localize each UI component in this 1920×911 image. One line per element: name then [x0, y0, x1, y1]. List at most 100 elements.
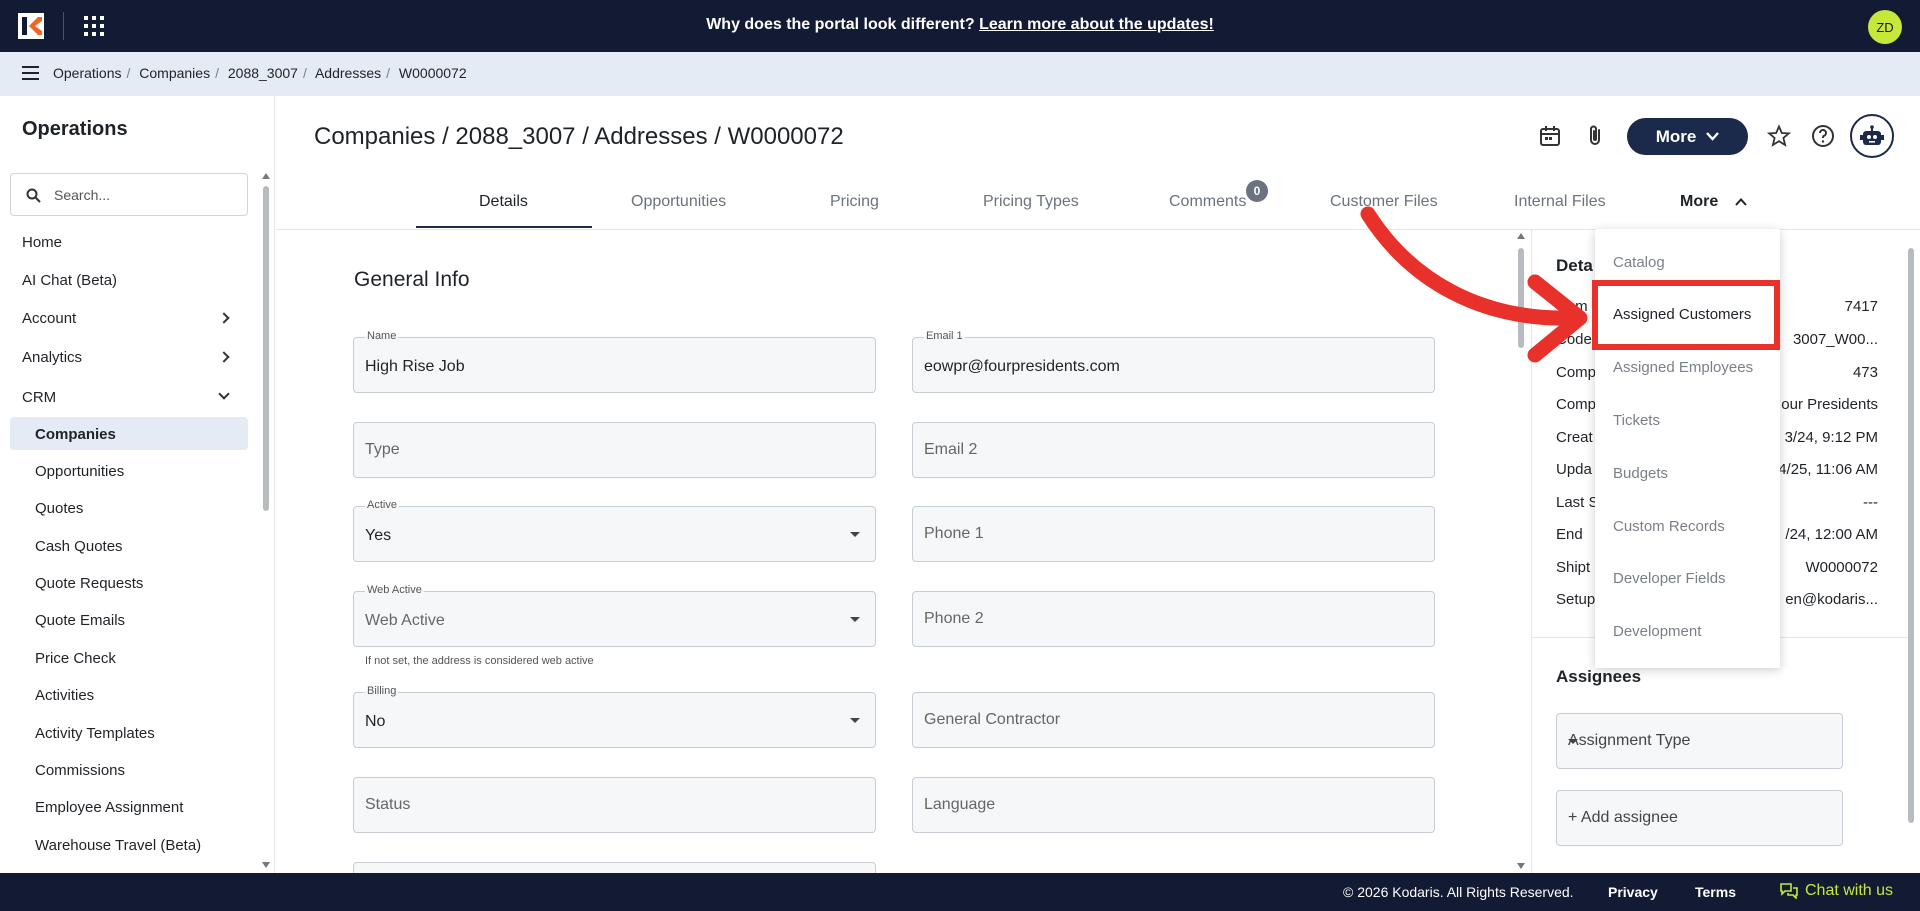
sidebar-item-warehouse-travel[interactable]: Warehouse Travel (Beta) [35, 837, 201, 854]
announcement-text: Why does the portal look different? [706, 16, 975, 33]
type-field[interactable]: Type [353, 422, 876, 478]
tab-comments[interactable]: Comments [1169, 193, 1246, 211]
billing-select-label: Billing [365, 685, 399, 697]
sidebar-item-analytics[interactable]: Analytics [22, 349, 82, 366]
sidebar-title: Operations [22, 118, 128, 140]
assignees-title: Assignees [1556, 667, 1642, 686]
tab-pricing[interactable]: Pricing [830, 193, 879, 211]
star-icon[interactable] [1767, 124, 1791, 148]
email1-field-label: Email 1 [924, 330, 965, 342]
web-active-select[interactable]: Web Active Web Active [353, 584, 876, 647]
scroll-up-arrow-icon[interactable] [261, 172, 271, 180]
calendar-icon[interactable] [1538, 124, 1562, 148]
add-assignee-label: + Add assignee [1568, 809, 1678, 826]
scroll-down-arrow-icon[interactable] [261, 861, 271, 869]
user-avatar[interactable]: ZD [1868, 10, 1902, 44]
sidebar-item-home[interactable]: Home [22, 234, 62, 251]
sidebar-item-crm[interactable]: CRM [22, 389, 56, 406]
footer-copyright: © 2026 Kodaris. All Rights Reserved. [1343, 884, 1574, 900]
detail-key: Shipt [1556, 559, 1591, 576]
sidebar-item-commissions[interactable]: Commissions [35, 762, 125, 779]
email1-field-value: eowpr@fourpresidents.com [924, 358, 1120, 375]
sidebar-item-quote-emails[interactable]: Quote Emails [35, 612, 125, 629]
details-panel-scrollbar[interactable] [1908, 248, 1914, 823]
breadcrumb-item[interactable]: Operations [53, 65, 121, 81]
billing-select-value: No [365, 713, 386, 730]
footer: © 2026 Kodaris. All Rights Reserved. Pri… [0, 873, 1920, 911]
dropdown-caret-icon [850, 718, 860, 723]
tab-details[interactable]: Details [479, 193, 528, 211]
scroll-down-arrow-icon[interactable] [1516, 862, 1526, 870]
tab-pricing-types[interactable]: Pricing Types [983, 193, 1079, 211]
top-bar: Why does the portal look different? Lear… [0, 0, 1920, 52]
attachment-icon[interactable] [1583, 124, 1607, 148]
name-field-label: Name [365, 330, 399, 342]
assignment-type-select[interactable]: Assignment Type [1556, 713, 1843, 769]
more-button[interactable]: More [1627, 118, 1748, 155]
tab-opportunities[interactable]: Opportunities [631, 193, 726, 211]
web-active-select-label: Web Active [365, 584, 424, 596]
section-title-general-info: General Info [354, 268, 470, 291]
breadcrumb-item[interactable]: Companies [139, 65, 210, 81]
sidebar-item-quotes[interactable]: Quotes [35, 500, 83, 517]
menu-item-development[interactable]: Development [1613, 623, 1701, 640]
menu-item-catalog[interactable]: Catalog [1613, 254, 1665, 271]
footer-privacy-link[interactable]: Privacy [1608, 884, 1658, 900]
sidebar-item-activities[interactable]: Activities [35, 687, 94, 704]
sidebar-item-quote-requests[interactable]: Quote Requests [35, 575, 143, 592]
detail-value: 3/24, 9:12 PM [1784, 429, 1878, 446]
highlight-annotation-box [1592, 280, 1780, 350]
menu-item-assigned-employees[interactable]: Assigned Employees [1613, 359, 1753, 376]
phone2-field[interactable]: Phone 2 [912, 591, 1435, 647]
detail-key: Creat [1556, 429, 1593, 446]
menu-item-developer-fields[interactable]: Developer Fields [1613, 570, 1726, 587]
robot-icon [1860, 125, 1884, 145]
breadcrumb: Operations / Companies/ 2088_3007/ Addres… [53, 65, 467, 81]
active-select[interactable]: Active Yes [353, 499, 876, 562]
email2-field[interactable]: Email 2 [912, 422, 1435, 478]
more-button-label: More [1655, 126, 1697, 146]
menu-item-budgets[interactable]: Budgets [1613, 465, 1668, 482]
sidebar-item-companies[interactable]: Companies [35, 426, 116, 443]
detail-value: W0000072 [1805, 559, 1878, 576]
menu-item-custom-records[interactable]: Custom Records [1613, 518, 1725, 535]
announcement-link[interactable]: Learn more about the updates! [979, 16, 1214, 33]
sidebar-item-cash-quotes[interactable]: Cash Quotes [35, 538, 123, 555]
billing-select[interactable]: Billing No [353, 685, 876, 748]
detail-key: Comp [1556, 396, 1597, 413]
phone1-field[interactable]: Phone 1 [912, 506, 1435, 562]
tab-more[interactable]: More [1680, 193, 1747, 211]
sidebar-item-activity-templates[interactable]: Activity Templates [35, 725, 155, 742]
help-icon[interactable] [1811, 124, 1835, 148]
language-field[interactable]: Language [912, 777, 1435, 833]
detail-value: 3007_W00... [1792, 331, 1878, 348]
breadcrumb-item: W0000072 [398, 65, 467, 81]
sidebar-item-ai-chat[interactable]: AI Chat (Beta) [22, 272, 117, 289]
detail-value: --- [1863, 494, 1878, 511]
status-field[interactable]: Status [353, 777, 876, 833]
sidebar-search-input[interactable]: Search... [10, 173, 248, 216]
breadcrumb-item[interactable]: 2088_3007 [228, 65, 298, 81]
menu-item-tickets[interactable]: Tickets [1613, 412, 1660, 429]
sidebar-scrollbar[interactable] [263, 186, 269, 511]
ai-assistant-button[interactable] [1850, 114, 1894, 158]
chat-label: Chat with us [1805, 882, 1894, 899]
web-active-select-placeholder: Web Active [365, 612, 445, 629]
chevron-down-icon [1706, 132, 1720, 141]
type-field-placeholder: Type [365, 441, 400, 458]
sidebar-item-employee-assignment[interactable]: Employee Assignment [35, 799, 183, 816]
sidebar-item-opportunities[interactable]: Opportunities [35, 463, 124, 480]
dropdown-caret-icon [1568, 739, 1578, 744]
dropdown-caret-icon [850, 617, 860, 622]
general-contractor-field[interactable]: General Contractor [912, 692, 1435, 748]
breadcrumb-item[interactable]: Addresses [315, 65, 381, 81]
add-assignee-button[interactable]: + Add assignee [1556, 790, 1843, 846]
assignment-type-placeholder: Assignment Type [1568, 732, 1691, 749]
sidebar-item-price-check[interactable]: Price Check [35, 650, 116, 667]
chat-with-us-button[interactable]: Chat with us [1780, 882, 1893, 900]
hamburger-menu-icon[interactable] [22, 66, 39, 80]
footer-terms-link[interactable]: Terms [1695, 884, 1736, 900]
name-field[interactable]: Name High Rise Job [353, 330, 876, 393]
detail-value: 7417 [1844, 298, 1878, 315]
sidebar-item-account[interactable]: Account [22, 310, 76, 327]
